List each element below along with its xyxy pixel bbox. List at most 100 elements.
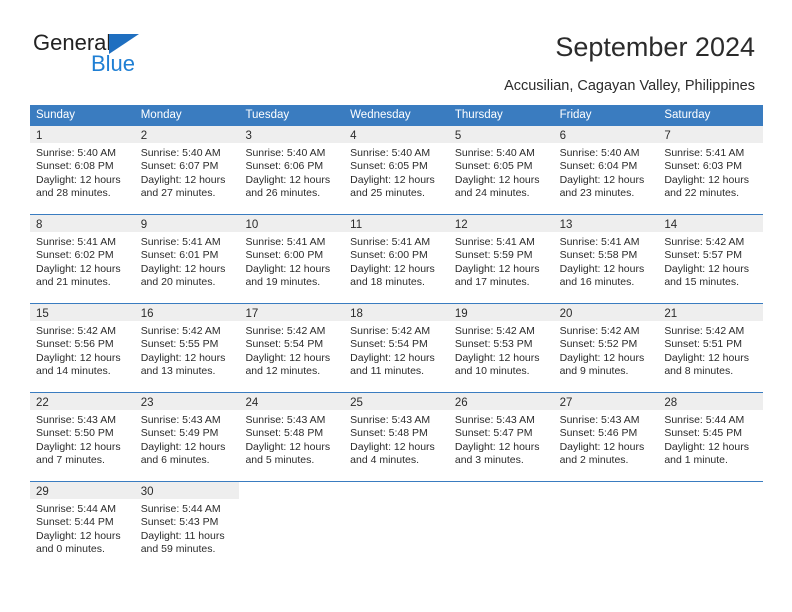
sunrise-text: Sunrise: 5:40 AM [454,147,535,159]
sunrise-text: Sunrise: 5:40 AM [245,147,326,159]
day-cell[interactable]: 24 Sunrise: 5:43 AM Sunset: 5:48 PM Dayl… [239,393,345,481]
daylight-text: Daylight: 12 hours and 1 minute. [664,440,749,467]
day-cell[interactable]: 22 Sunrise: 5:43 AM Sunset: 5:50 PM Dayl… [30,393,135,481]
sunset-text: Sunset: 5:48 PM [245,427,324,440]
day-cell[interactable]: 10 Sunrise: 5:41 AM Sunset: 6:00 PM Dayl… [239,215,345,303]
page-header: General Blue September 2024 Accusilian, … [0,0,792,95]
day-cell[interactable]: 15 Sunrise: 5:42 AM Sunset: 5:56 PM Dayl… [30,304,135,392]
weekday-wednesday: Wednesday [350,109,411,121]
day-cell[interactable]: 14 Sunrise: 5:42 AM Sunset: 5:57 PM Dayl… [658,215,764,303]
sunset-text: Sunset: 6:00 PM [350,249,428,262]
day-cell[interactable]: 3 Sunrise: 5:40 AM Sunset: 6:06 PM Dayli… [239,126,345,214]
day-cell-empty [449,482,554,570]
day-cell-empty [658,482,763,570]
sunrise-text: Sunrise: 5:42 AM [664,325,745,337]
day-number-band [239,482,344,499]
day-cell[interactable]: 28 Sunrise: 5:44 AM Sunset: 5:45 PM Dayl… [658,393,764,481]
day-info: Sunrise: 5:42 AM Sunset: 5:53 PM Dayligh… [449,321,554,379]
sunset-text: Sunset: 5:58 PM [559,249,638,262]
day-number-band: 27 [553,393,659,410]
sunrise-text: Sunrise: 5:43 AM [559,414,640,426]
day-number-band: 12 [448,215,554,232]
brand-logo[interactable]: General Blue [33,32,203,78]
day-info: Sunrise: 5:41 AM Sunset: 5:58 PM Dayligh… [554,232,659,290]
sunset-text: Sunset: 6:05 PM [350,160,428,173]
daylight-text: Daylight: 12 hours and 25 minutes. [350,173,435,200]
day-number-band: 16 [134,304,240,321]
day-cell[interactable]: 13 Sunrise: 5:41 AM Sunset: 5:58 PM Dayl… [553,215,659,303]
day-cell[interactable]: 20 Sunrise: 5:42 AM Sunset: 5:52 PM Dayl… [553,304,659,392]
day-number-band: 13 [553,215,659,232]
day-cell[interactable]: 9 Sunrise: 5:41 AM Sunset: 6:01 PM Dayli… [134,215,240,303]
day-number: 25 [350,397,363,409]
day-cell[interactable]: 23 Sunrise: 5:43 AM Sunset: 5:49 PM Dayl… [134,393,240,481]
sunrise-text: Sunrise: 5:41 AM [245,236,326,248]
day-number-band [344,482,449,499]
daylight-text: Daylight: 12 hours and 2 minutes. [559,440,645,467]
day-number-band: 9 [134,215,240,232]
day-number-band: 6 [553,126,659,143]
day-number: 11 [350,219,363,231]
day-info: Sunrise: 5:41 AM Sunset: 6:03 PM Dayligh… [658,143,763,201]
day-number: 26 [454,397,468,409]
day-cell[interactable]: 29 Sunrise: 5:44 AM Sunset: 5:44 PM Dayl… [30,482,135,570]
day-info: Sunrise: 5:43 AM Sunset: 5:50 PM Dayligh… [30,410,135,468]
day-cell-empty [554,482,659,570]
sunrise-text: Sunrise: 5:44 AM [140,503,221,515]
weekday-saturday: Saturday [664,109,711,121]
day-info: Sunrise: 5:40 AM Sunset: 6:06 PM Dayligh… [239,143,344,201]
day-number: 19 [454,308,468,320]
sunrise-text: Sunrise: 5:43 AM [140,414,221,426]
sunrise-text: Sunrise: 5:43 AM [350,414,431,426]
day-cell[interactable]: 6 Sunrise: 5:40 AM Sunset: 6:04 PM Dayli… [553,126,659,214]
day-cell[interactable]: 7 Sunrise: 5:41 AM Sunset: 6:03 PM Dayli… [658,126,764,214]
weekday-sunday: Sunday [36,109,76,121]
day-cell[interactable]: 27 Sunrise: 5:43 AM Sunset: 5:46 PM Dayl… [553,393,659,481]
daylight-text: Daylight: 12 hours and 12 minutes. [245,351,331,378]
day-number-band: 8 [30,215,135,232]
day-info: Sunrise: 5:42 AM Sunset: 5:51 PM Dayligh… [658,321,763,379]
week-row: 8 Sunrise: 5:41 AM Sunset: 6:02 PM Dayli… [30,214,764,303]
weekday-thursday: Thursday [454,109,503,121]
sunset-text: Sunset: 6:02 PM [36,249,114,262]
day-number: 28 [664,397,678,409]
day-cell[interactable]: 26 Sunrise: 5:43 AM Sunset: 5:47 PM Dayl… [448,393,554,481]
daylight-text: Daylight: 12 hours and 19 minutes. [245,262,331,289]
day-info: Sunrise: 5:40 AM Sunset: 6:05 PM Dayligh… [449,143,554,201]
daylight-text: Daylight: 12 hours and 7 minutes. [36,440,121,467]
daylight-text: Daylight: 12 hours and 0 minutes. [36,529,121,556]
daylight-text: Daylight: 12 hours and 23 minutes. [559,173,645,200]
day-cell[interactable]: 11 Sunrise: 5:41 AM Sunset: 6:00 PM Dayl… [344,215,449,303]
day-number-band: 5 [448,126,554,143]
day-cell[interactable]: 25 Sunrise: 5:43 AM Sunset: 5:48 PM Dayl… [344,393,449,481]
page-subtitle: Accusilian, Cagayan Valley, Philippines [504,78,755,94]
sunset-text: Sunset: 5:50 PM [36,427,114,440]
day-number: 12 [454,219,468,231]
sunrise-text: Sunrise: 5:41 AM [559,236,640,248]
day-cell[interactable]: 1 Sunrise: 5:40 AM Sunset: 6:08 PM Dayli… [30,126,135,214]
day-cell[interactable]: 12 Sunrise: 5:41 AM Sunset: 5:59 PM Dayl… [448,215,554,303]
day-number-band: 24 [239,393,345,410]
sunset-text: Sunset: 5:53 PM [454,338,533,351]
day-cell[interactable]: 8 Sunrise: 5:41 AM Sunset: 6:02 PM Dayli… [30,215,135,303]
day-cell[interactable]: 16 Sunrise: 5:42 AM Sunset: 5:55 PM Dayl… [134,304,240,392]
sunset-text: Sunset: 6:00 PM [245,249,324,262]
day-number-band: 15 [30,304,135,321]
daylight-text: Daylight: 12 hours and 26 minutes. [245,173,331,200]
day-number: 30 [140,486,154,498]
day-cell[interactable]: 5 Sunrise: 5:40 AM Sunset: 6:05 PM Dayli… [448,126,554,214]
day-cell[interactable]: 30 Sunrise: 5:44 AM Sunset: 5:43 PM Dayl… [134,482,240,570]
day-number: 6 [559,130,566,142]
day-cell[interactable]: 19 Sunrise: 5:42 AM Sunset: 5:53 PM Dayl… [448,304,554,392]
day-cell[interactable]: 21 Sunrise: 5:42 AM Sunset: 5:51 PM Dayl… [658,304,764,392]
day-cell[interactable]: 2 Sunrise: 5:40 AM Sunset: 6:07 PM Dayli… [134,126,240,214]
day-cell[interactable]: 18 Sunrise: 5:42 AM Sunset: 5:54 PM Dayl… [344,304,449,392]
week-row: 22 Sunrise: 5:43 AM Sunset: 5:50 PM Dayl… [30,392,764,481]
day-cell[interactable]: 17 Sunrise: 5:42 AM Sunset: 5:54 PM Dayl… [239,304,345,392]
day-number: 15 [36,308,49,320]
day-cell[interactable]: 4 Sunrise: 5:40 AM Sunset: 6:05 PM Dayli… [344,126,449,214]
daylight-text: Daylight: 11 hours and 59 minutes. [140,529,225,556]
sunrise-text: Sunrise: 5:41 AM [350,236,431,248]
day-number-band: 17 [239,304,345,321]
day-number: 5 [454,130,462,142]
